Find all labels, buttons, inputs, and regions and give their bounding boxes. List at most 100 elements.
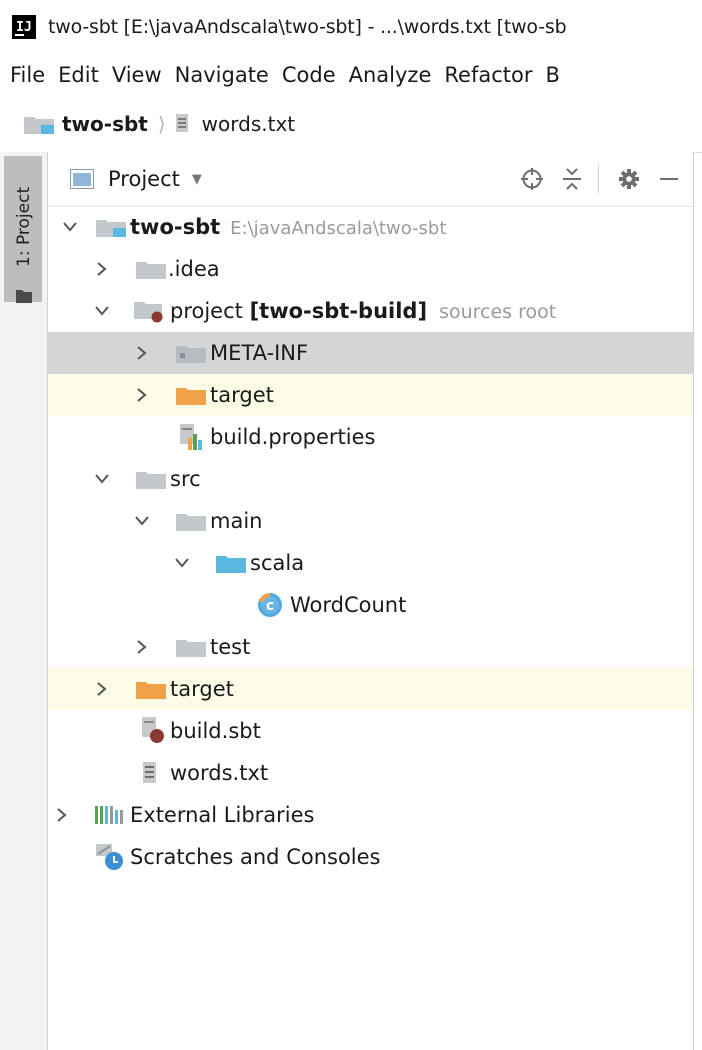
menu-refactor[interactable]: Refactor	[444, 63, 532, 87]
tree-root-label: two-sbt	[130, 215, 221, 239]
gear-icon	[619, 169, 639, 189]
tree-node-scratches[interactable]: Scratches and Consoles	[48, 836, 693, 878]
chevron-down-icon[interactable]	[94, 471, 110, 487]
tree-node-build-sbt[interactable]: build.sbt	[48, 710, 693, 752]
breadcrumb-project-label: two-sbt	[62, 112, 148, 136]
text-file-icon	[142, 761, 158, 785]
menu-edit[interactable]: Edit	[58, 63, 99, 87]
chevron-right-icon[interactable]	[94, 261, 110, 277]
tree-project-hint: sources root	[439, 301, 557, 323]
tree-project-label: project	[170, 299, 243, 323]
project-tool-tab[interactable]: 1: Project	[4, 156, 42, 303]
menu-view[interactable]: View	[112, 63, 162, 87]
crosshair-icon	[521, 168, 543, 190]
tree-node-idea[interactable]: .idea	[48, 248, 693, 290]
source-folder-icon	[216, 553, 246, 573]
tree-external-libraries-label: External Libraries	[130, 803, 315, 827]
menu-analyze[interactable]: Analyze	[349, 63, 432, 87]
tree-node-project[interactable]: project [two-sbt-build] sources root	[48, 290, 693, 332]
hide-panel-button[interactable]	[653, 163, 685, 195]
menu-file[interactable]: File	[10, 63, 45, 87]
tree-project-module: [two-sbt-build]	[249, 299, 428, 323]
tree-build-properties-label: build.properties	[210, 425, 376, 449]
sbt-module-folder-icon	[134, 299, 166, 323]
breadcrumb-project[interactable]: two-sbt	[24, 112, 148, 136]
tool-window-strip: 1: Project	[0, 152, 48, 1050]
tree-meta-inf-label: META-INF	[210, 341, 309, 365]
libraries-icon	[94, 804, 126, 826]
folder-icon	[136, 259, 166, 279]
tree-node-target[interactable]: target	[48, 668, 693, 710]
minimize-icon	[660, 178, 678, 180]
excluded-folder-icon	[176, 385, 206, 405]
breadcrumb-file-label: words.txt	[201, 112, 296, 136]
tree-wordcount-label: WordCount	[290, 593, 407, 617]
tree-words-txt-label: words.txt	[170, 761, 269, 785]
project-tree: two-sbt E:\javaAndscala\two-sbt .idea pr…	[48, 206, 693, 878]
tree-target-label: target	[170, 677, 234, 701]
chevron-down-icon[interactable]	[134, 513, 150, 529]
collapse-all-icon	[563, 168, 581, 190]
scala-class-icon: c	[256, 591, 284, 619]
locate-file-button[interactable]	[516, 163, 548, 195]
tree-node-test[interactable]: test	[48, 626, 693, 668]
tree-node-wordcount[interactable]: c WordCount	[48, 584, 693, 626]
toolbar-divider	[598, 165, 599, 193]
tree-build-sbt-label: build.sbt	[170, 719, 261, 743]
chevron-right-icon[interactable]	[94, 681, 110, 697]
sbt-file-icon	[140, 717, 168, 745]
chevron-right-icon[interactable]	[134, 639, 150, 655]
tree-project-target-label: target	[210, 383, 274, 407]
menu-code[interactable]: Code	[282, 63, 336, 87]
folder-icon	[136, 469, 166, 489]
tree-node-words-txt[interactable]: words.txt	[48, 752, 693, 794]
chevron-down-icon[interactable]	[94, 303, 110, 319]
tree-scala-label: scala	[250, 551, 305, 575]
intellij-logo-icon: IJ	[12, 15, 36, 39]
breadcrumb: two-sbt ⟩ words.txt	[0, 96, 702, 153]
tree-node-src[interactable]: src	[48, 458, 693, 500]
panel-title: Project	[108, 167, 180, 191]
project-tool-tab-label: 1: Project	[14, 186, 34, 268]
project-view-icon	[70, 169, 94, 189]
tree-node-build-properties[interactable]: build.properties	[48, 416, 693, 458]
view-selector[interactable]: Project ▼	[70, 167, 202, 191]
tree-node-main[interactable]: main	[48, 500, 693, 542]
breadcrumb-file[interactable]: words.txt	[175, 112, 296, 136]
dropdown-caret-icon: ▼	[191, 171, 202, 187]
folder-icon	[16, 290, 32, 303]
chevron-right-icon[interactable]	[54, 807, 70, 823]
menu-bar: File Edit View Navigate Code Analyze Ref…	[0, 54, 702, 96]
tree-node-project-target[interactable]: target	[48, 374, 693, 416]
folder-icon	[176, 511, 206, 531]
menu-build[interactable]: B	[545, 63, 559, 87]
menu-navigate[interactable]: Navigate	[175, 63, 269, 87]
breadcrumb-separator-icon: ⟩	[157, 112, 166, 136]
tree-node-root[interactable]: two-sbt E:\javaAndscala\two-sbt	[48, 206, 693, 248]
project-panel: Project ▼ two-sbt E:\javaAndscala\two-sb…	[48, 152, 694, 1050]
panel-toolbar	[508, 152, 685, 206]
folder-icon	[176, 343, 206, 363]
window-title: two-sbt [E:\javaAndscala\two-sbt] - ...\…	[48, 16, 567, 38]
text-file-icon	[175, 114, 188, 132]
chevron-down-icon[interactable]	[174, 555, 190, 571]
tree-test-label: test	[210, 635, 251, 659]
tree-node-scala[interactable]: scala	[48, 542, 693, 584]
svg-text:c: c	[266, 598, 274, 614]
project-folder-icon	[24, 117, 54, 134]
tree-scratches-label: Scratches and Consoles	[130, 845, 381, 869]
title-bar: IJ two-sbt [E:\javaAndscala\two-sbt] - .…	[0, 0, 702, 54]
tree-idea-label: .idea	[168, 257, 220, 281]
settings-button[interactable]	[613, 163, 645, 195]
tree-main-label: main	[210, 509, 263, 533]
chevron-right-icon[interactable]	[134, 387, 150, 403]
project-panel-header: Project ▼	[48, 152, 693, 207]
chevron-right-icon[interactable]	[134, 345, 150, 361]
folder-icon	[176, 637, 206, 657]
tree-node-external-libraries[interactable]: External Libraries	[48, 794, 693, 836]
excluded-folder-icon	[136, 679, 166, 699]
chevron-down-icon[interactable]	[62, 219, 78, 235]
collapse-all-button[interactable]	[556, 163, 588, 195]
scratches-icon	[94, 842, 128, 872]
tree-node-meta-inf[interactable]: META-INF	[48, 332, 693, 374]
